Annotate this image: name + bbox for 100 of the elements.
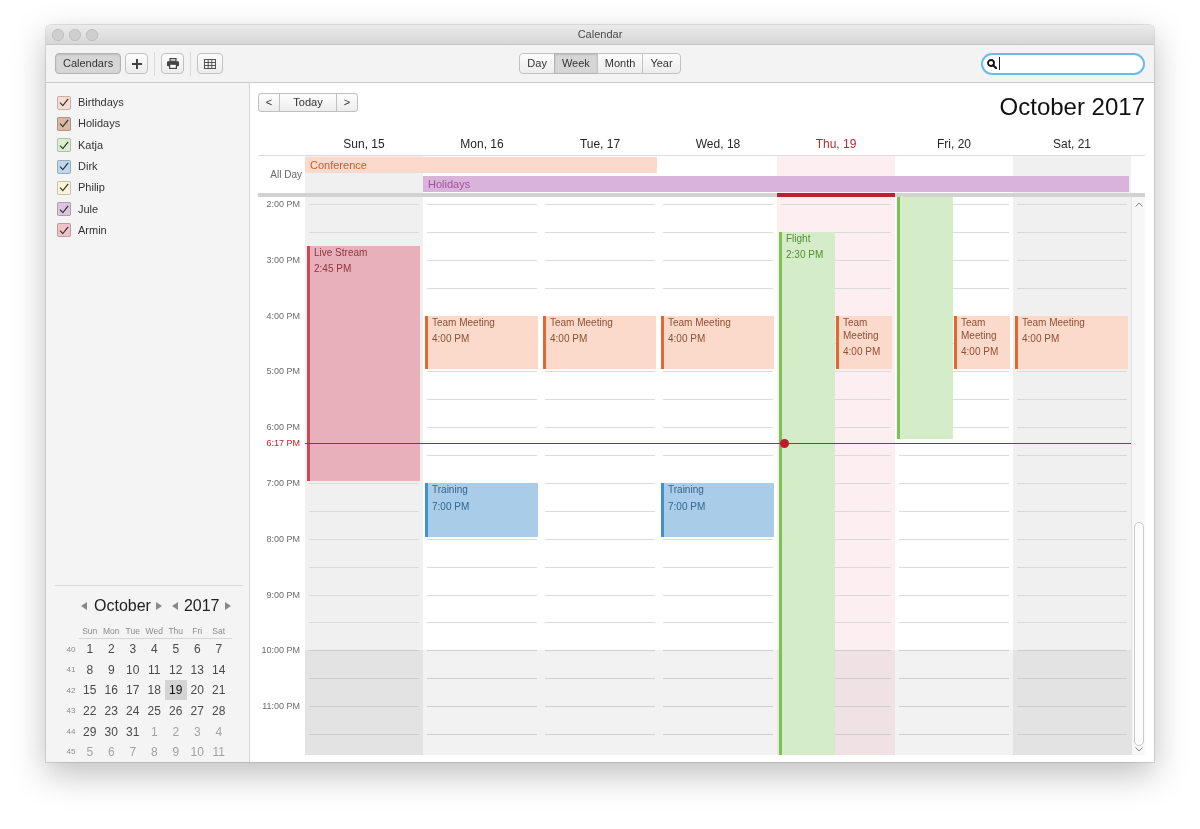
calendar-day[interactable]: 6 <box>186 639 208 660</box>
event-title: Team Meeting <box>961 315 998 342</box>
calendar-checkbox[interactable] <box>57 223 71 238</box>
calendar-day[interactable]: 2 <box>100 639 122 660</box>
search-field[interactable] <box>981 52 1145 75</box>
calendar-day[interactable]: 16 <box>100 680 122 701</box>
scrollbar-track[interactable] <box>1131 197 1145 755</box>
calendar-day[interactable]: 21 <box>208 680 230 701</box>
calendar-day[interactable]: 31 <box>122 721 144 742</box>
previous-button[interactable]: < <box>258 93 280 112</box>
calendar-day[interactable]: 13 <box>186 659 208 680</box>
view-tab[interactable]: Week <box>553 53 598 74</box>
printer-icon <box>166 58 179 69</box>
hour-label: 8:00 PM <box>266 532 300 545</box>
calendar-checkbox[interactable] <box>57 159 71 174</box>
calendar-day[interactable]: 22 <box>79 701 101 722</box>
calendar-event[interactable]: Team Meeting 4:00 PM <box>425 315 538 370</box>
table-view-button[interactable] <box>197 53 224 74</box>
calendar-name: Armin <box>78 223 107 237</box>
calendar-day[interactable]: 9 <box>100 659 122 680</box>
calendar-day[interactable]: 8 <box>79 659 101 680</box>
weekday-label: Tue <box>125 624 140 637</box>
week-number: 40 <box>66 644 76 655</box>
calendar-day[interactable]: 11 <box>143 659 165 680</box>
event-time: 4:00 PM <box>961 345 999 359</box>
calendars-button[interactable]: Calendars <box>55 53 122 74</box>
calendar-day[interactable]: 12 <box>165 659 187 680</box>
calendar-day[interactable]: 5 <box>165 639 187 660</box>
calendar-day[interactable]: 1 <box>79 639 101 660</box>
calendar-day[interactable]: 10 <box>122 659 144 680</box>
event-time: 4:00 PM <box>550 332 588 346</box>
event-title: Team Meeting <box>550 315 613 329</box>
calendar-event[interactable]: Team Meeting 4:00 PM <box>1015 315 1128 370</box>
chevron-up-icon[interactable] <box>1134 202 1143 207</box>
view-tab[interactable]: Year <box>642 53 681 74</box>
calendar-day[interactable]: 25 <box>143 701 165 722</box>
week-number: 43 <box>66 706 76 716</box>
calendar-name: Birthdays <box>78 96 124 110</box>
weekday-label: Wed <box>145 624 163 637</box>
day-header: Wed, 18 <box>695 137 741 151</box>
calendar-checkbox[interactable] <box>57 116 71 131</box>
calendar-day[interactable]: 19 <box>165 680 187 701</box>
triangle-left-icon[interactable] <box>171 602 178 610</box>
event-title: Training <box>432 483 468 496</box>
view-tab[interactable]: Day <box>519 53 555 74</box>
calendar-event[interactable]: Training 7:00 PM <box>425 483 538 537</box>
triangle-right-icon[interactable] <box>224 602 231 610</box>
day-header: Thu, 19 <box>815 137 857 151</box>
calendar-name: Dirk <box>78 159 98 174</box>
calendar-checkbox[interactable] <box>57 95 71 110</box>
calendar-day[interactable]: 28 <box>208 701 230 722</box>
calendar-day[interactable]: 23 <box>100 701 122 722</box>
next-button[interactable]: > <box>336 93 358 112</box>
event-time: 2:30 PM <box>786 248 824 262</box>
calendar-day[interactable]: 14 <box>208 659 230 680</box>
triangle-left-icon[interactable] <box>81 602 87 610</box>
weekday-label: Mon <box>102 624 120 637</box>
triangle-right-icon[interactable] <box>155 602 162 610</box>
hour-label: 2:00 PM <box>266 198 300 210</box>
calendar-day[interactable]: 26 <box>165 701 187 722</box>
calendar-day[interactable]: 24 <box>122 701 144 722</box>
calendar-event[interactable] <box>897 197 953 440</box>
print-button[interactable] <box>161 53 185 74</box>
calendar-day[interactable]: 17 <box>122 680 144 701</box>
event-time: 4:00 PM <box>1022 332 1060 346</box>
today-button[interactable]: Today <box>279 93 337 112</box>
hour-label: 11:00 PM <box>262 700 300 713</box>
calendar-day[interactable]: 3 <box>122 639 144 660</box>
calendar-day[interactable]: 7 <box>208 639 230 660</box>
week-number: 44 <box>66 726 76 737</box>
calendar-event[interactable]: Team Meeting 4:00 PM <box>954 315 1010 370</box>
calendar-day[interactable]: 30 <box>100 721 122 742</box>
calendar-event[interactable]: Training 7:00 PM <box>661 483 774 537</box>
calendar-event[interactable]: Live Stream 2:45 PM <box>307 245 420 481</box>
calendar-day[interactable]: 4 <box>143 639 165 660</box>
day-header: Fri, 20 <box>937 137 971 151</box>
hour-label: 9:00 PM <box>266 588 300 601</box>
day-header: Tue, 17 <box>579 137 621 151</box>
calendar-day[interactable]: 29 <box>79 721 101 742</box>
chevron-down-icon[interactable] <box>1134 747 1143 752</box>
calendar-event[interactable]: Team Meeting 4:00 PM <box>836 315 892 370</box>
add-button[interactable] <box>125 53 149 74</box>
week-number: 42 <box>66 685 76 696</box>
calendar-event[interactable]: Team Meeting 4:00 PM <box>543 315 656 370</box>
event-title: Team Meeting <box>668 315 731 329</box>
scrollbar-thumb[interactable] <box>1133 522 1144 746</box>
calendar-day[interactable]: 20 <box>186 680 208 701</box>
calendar-event[interactable]: Team Meeting 4:00 PM <box>661 315 774 370</box>
weekday-label: Sat <box>212 624 226 637</box>
grid-icon <box>204 58 217 69</box>
event-time: 4:00 PM <box>843 345 881 359</box>
week-number: 41 <box>66 665 76 675</box>
calendar-day[interactable]: 18 <box>143 680 165 701</box>
calendar-day[interactable]: 27 <box>186 701 208 722</box>
calendar-checkbox[interactable] <box>57 202 71 217</box>
calendar-day[interactable]: 15 <box>79 680 101 701</box>
calendar-checkbox[interactable] <box>57 180 71 195</box>
calendar-checkbox[interactable] <box>57 138 71 153</box>
view-tab[interactable]: Month <box>596 53 644 74</box>
event-time: 7:00 PM <box>668 499 706 513</box>
